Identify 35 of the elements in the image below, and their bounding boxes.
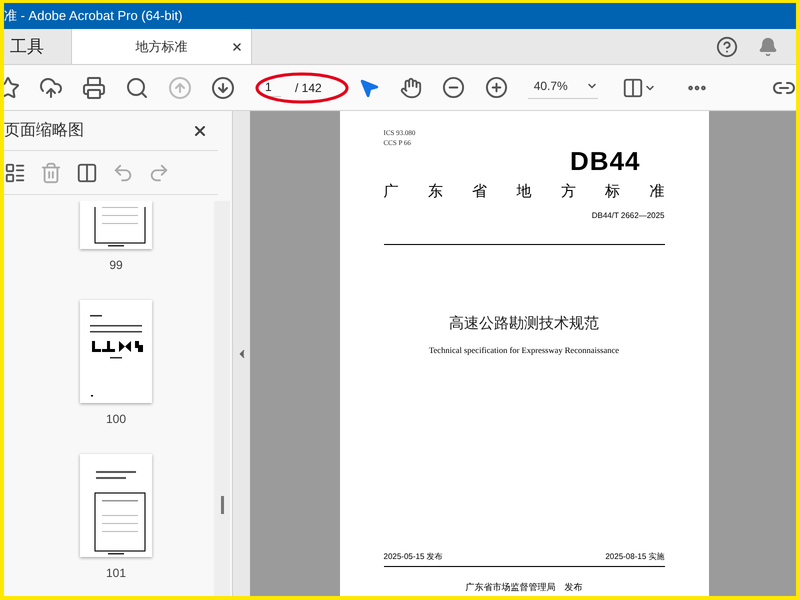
print-icon[interactable] bbox=[82, 76, 106, 100]
hand-icon[interactable] bbox=[400, 76, 422, 98]
heading-character: 标 bbox=[605, 182, 620, 202]
page-thumbnail[interactable] bbox=[80, 454, 152, 557]
page-options-icon[interactable] bbox=[4, 162, 26, 184]
panel-title: 页面缩略图 bbox=[4, 120, 84, 140]
page-thumbnail[interactable] bbox=[80, 300, 152, 403]
heading-character: 广 bbox=[384, 182, 398, 202]
heading-character: 东 bbox=[428, 182, 443, 202]
standard-code: DB44 bbox=[570, 146, 640, 176]
heading-character: 准 bbox=[649, 182, 664, 202]
window-title: 准 - Adobe Acrobat Pro (64-bit) bbox=[4, 7, 182, 26]
document-subtitle: Technical specification for Expressway Reconnaissance bbox=[428, 344, 620, 357]
heading-character: 省 bbox=[472, 182, 488, 202]
cloud-upload-icon[interactable] bbox=[39, 76, 63, 100]
zoom-dropdown[interactable]: 40.7% bbox=[528, 76, 598, 98]
page-number-label: 101 bbox=[106, 565, 126, 582]
zoom-out-icon[interactable] bbox=[442, 76, 465, 99]
standard-number: DB44/T 2662—2025 bbox=[592, 210, 664, 222]
search-icon[interactable] bbox=[125, 76, 149, 100]
zoom-in-icon[interactable] bbox=[484, 76, 508, 99]
heading-character: 地 bbox=[516, 182, 532, 202]
heading-character: 方 bbox=[560, 182, 576, 202]
page-number-label: 99 bbox=[109, 257, 123, 274]
bell-icon[interactable] bbox=[758, 36, 778, 56]
scrollbar[interactable] bbox=[214, 201, 230, 596]
page-number-label: 100 bbox=[106, 411, 126, 428]
page-thumbnail[interactable] bbox=[80, 201, 152, 249]
document-title: 高速公路勘测技术规范 bbox=[449, 314, 599, 334]
help-icon[interactable] bbox=[716, 36, 738, 58]
close-icon[interactable] bbox=[231, 40, 243, 52]
publisher: 广东省市场监督管理局 发布 bbox=[466, 580, 582, 594]
effective-date: 2025-08-15 实施 bbox=[605, 550, 664, 562]
issue-date: 2025-05-15 发布 bbox=[384, 550, 443, 562]
tab[interactable]: 地方标准 bbox=[72, 29, 252, 64]
